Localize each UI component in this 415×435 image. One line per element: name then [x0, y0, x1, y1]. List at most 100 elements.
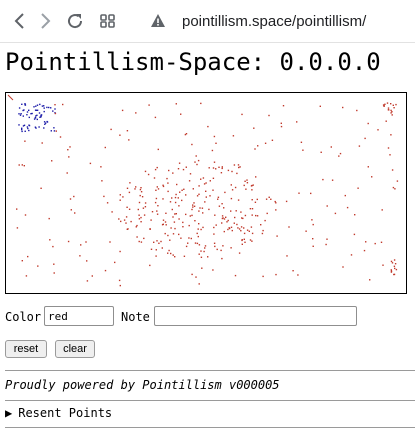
- point-dot: [232, 135, 235, 137]
- point-dot: [80, 244, 82, 246]
- point-dot: [138, 218, 141, 220]
- note-label: Note: [121, 310, 150, 324]
- point-dot: [100, 166, 102, 168]
- point-dot: [200, 102, 202, 105]
- tabs-grid-icon[interactable]: [98, 11, 118, 31]
- point-dot: [268, 114, 270, 117]
- point-dot: [216, 248, 218, 251]
- note-input[interactable]: [154, 306, 357, 326]
- point-dot: [233, 222, 235, 224]
- point-dot: [143, 237, 145, 240]
- point-dot: [156, 210, 158, 212]
- point-dot: [330, 146, 332, 148]
- point-dot: [162, 198, 164, 200]
- point-dot: [48, 217, 50, 220]
- pointillism-canvas[interactable]: [5, 92, 407, 294]
- point-dot: [18, 124, 20, 126]
- point-dot: [392, 104, 394, 106]
- point-dot: [190, 237, 192, 240]
- point-dot: [199, 207, 201, 209]
- point-dot: [33, 118, 36, 120]
- point-dot: [393, 259, 396, 261]
- point-dot: [73, 195, 75, 198]
- color-input[interactable]: [44, 306, 114, 326]
- point-dot: [393, 273, 396, 276]
- point-dot: [151, 211, 154, 213]
- point-dot: [230, 210, 232, 212]
- point-dot: [24, 103, 26, 105]
- point-dot: [140, 191, 143, 193]
- point-dot: [144, 202, 147, 204]
- point-dot: [390, 112, 392, 114]
- point-dot: [203, 250, 205, 253]
- point-dot: [248, 230, 250, 232]
- point-dot: [104, 146, 106, 149]
- point-dot: [288, 226, 290, 228]
- divider: [5, 370, 415, 371]
- point-dot: [240, 230, 242, 232]
- point-dot: [209, 195, 211, 197]
- point-dot: [237, 164, 240, 166]
- point-dot: [237, 199, 240, 201]
- point-dot: [74, 212, 76, 214]
- point-dot: [171, 208, 173, 211]
- point-dot: [222, 245, 224, 247]
- point-dot: [326, 205, 328, 207]
- point-dot: [275, 202, 277, 204]
- point-dot: [270, 198, 272, 200]
- point-dot: [223, 218, 226, 220]
- point-dot: [170, 252, 172, 255]
- not-secure-warning-icon[interactable]: [150, 13, 166, 29]
- point-dot: [129, 182, 131, 184]
- point-dot: [200, 228, 202, 231]
- page-title: Pointillism-Space: 0.0.0.0: [5, 48, 381, 76]
- point-dot: [155, 255, 157, 257]
- point-dot: [221, 222, 223, 224]
- point-dot: [23, 109, 25, 111]
- back-icon[interactable]: [10, 11, 30, 31]
- point-dot: [310, 192, 312, 195]
- point-dot: [150, 219, 152, 221]
- forward-icon[interactable]: [35, 11, 55, 31]
- point-dot: [386, 102, 389, 104]
- point-dot: [395, 268, 398, 271]
- recent-points-summary[interactable]: ▶ Resent Points: [5, 406, 112, 420]
- point-dot: [208, 208, 210, 211]
- point-dot: [243, 227, 245, 229]
- point-dot: [220, 249, 222, 252]
- point-dot: [200, 250, 202, 252]
- point-dot: [225, 216, 227, 218]
- point-dot: [249, 208, 252, 210]
- point-dot: [137, 208, 139, 211]
- point-dot: [391, 169, 394, 171]
- point-dot: [296, 121, 298, 123]
- reset-button[interactable]: reset: [5, 340, 47, 358]
- point-dot: [46, 120, 48, 123]
- point-dot: [181, 189, 183, 191]
- point-dot: [138, 240, 140, 243]
- point-dot: [164, 232, 166, 235]
- point-dot: [54, 108, 56, 110]
- reload-icon[interactable]: [65, 11, 85, 31]
- point-dot: [250, 226, 253, 228]
- point-dot: [257, 145, 259, 147]
- color-label: Color: [5, 310, 42, 324]
- point-dot: [86, 280, 89, 282]
- point-dot: [390, 260, 393, 263]
- point-dot: [282, 105, 285, 107]
- point-dot: [246, 229, 249, 231]
- point-dot: [391, 262, 394, 264]
- point-dot: [300, 141, 303, 143]
- point-dot: [264, 142, 267, 144]
- point-dot: [233, 164, 236, 166]
- point-dot: [135, 186, 137, 188]
- dots-layer[interactable]: [6, 93, 406, 293]
- address-bar-url[interactable]: pointillism.space/pointillism/: [182, 13, 366, 30]
- clear-button[interactable]: clear: [55, 340, 95, 358]
- disclosure-triangle-icon[interactable]: ▶: [5, 406, 12, 420]
- point-dot: [139, 194, 141, 197]
- point-dot: [181, 199, 183, 202]
- point-dot: [243, 238, 245, 240]
- point-dot: [191, 214, 193, 217]
- point-dot: [394, 188, 396, 190]
